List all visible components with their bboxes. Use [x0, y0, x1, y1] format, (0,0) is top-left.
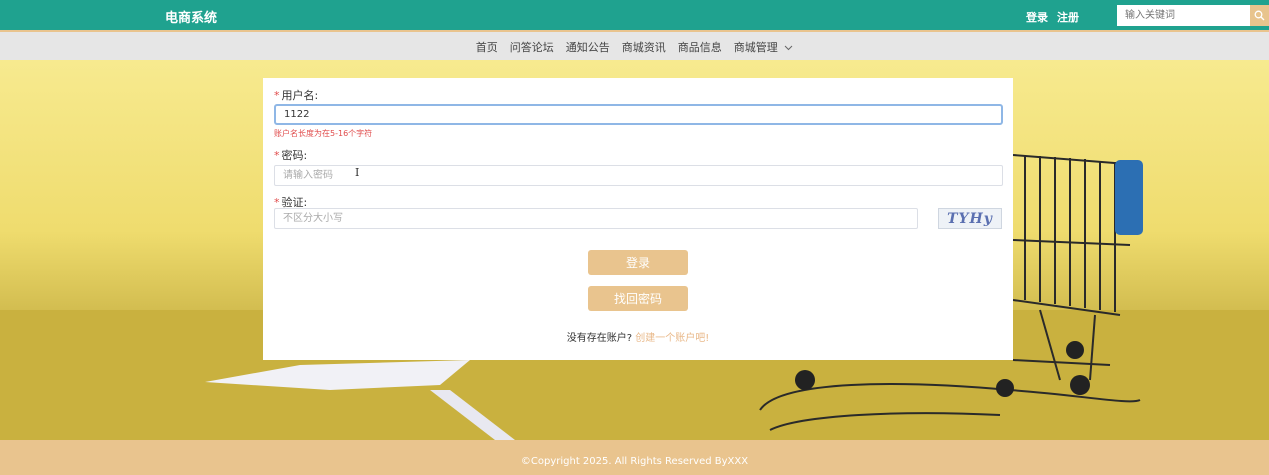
search-icon	[1254, 10, 1265, 21]
search-button[interactable]	[1250, 5, 1269, 26]
username-error: 账户名长度为在5-16个字符	[274, 129, 373, 138]
password-input[interactable]	[274, 165, 1003, 186]
signup-prompt: 没有存在账户? 创建一个账户吧!	[263, 329, 1013, 344]
captcha-image[interactable]: TYHy	[938, 208, 1002, 229]
password-label: * 密码:	[274, 147, 307, 163]
create-account-link[interactable]: 创建一个账户吧!	[635, 333, 709, 344]
nav-item-management-label: 商城管理	[733, 41, 778, 54]
register-link[interactable]: 注册	[1057, 9, 1079, 25]
nav-item-forum[interactable]: 问答论坛	[510, 39, 554, 55]
search-input[interactable]	[1117, 5, 1250, 26]
brand-title: 电商系统	[165, 11, 218, 26]
login-form: *用户名: 账户名长度为在5-16个字符 *密码: I *验证: TYHy 登录…	[263, 78, 1013, 360]
nav-item-notices[interactable]: 通知公告	[566, 39, 610, 55]
login-link[interactable]: 登录	[1026, 9, 1048, 25]
recover-password-button[interactable]: 找回密码	[588, 286, 688, 311]
copyright-text: ©Copyright 2025. All Rights Reserved ByX…	[520, 456, 749, 467]
nav-item-products[interactable]: 商品信息	[678, 39, 722, 55]
no-account-text: 没有存在账户?	[566, 333, 633, 344]
nav-item-home[interactable]: 首页	[476, 39, 498, 55]
nav-item-management[interactable]: 商城管理	[734, 39, 794, 55]
password-label-text: 密码:	[281, 149, 308, 162]
captcha-input[interactable]	[274, 208, 918, 229]
captcha-code: TYHy	[947, 210, 993, 227]
chevron-down-icon	[784, 45, 793, 51]
required-mark: *	[274, 149, 280, 162]
login-button[interactable]: 登录	[588, 250, 688, 275]
top-bar: 电商系统 登录 注册	[0, 0, 1269, 30]
nav-item-news[interactable]: 商城资讯	[622, 39, 666, 55]
footer: ©Copyright 2025. All Rights Reserved ByX…	[0, 440, 1269, 475]
username-label-text: 用户名:	[281, 89, 319, 102]
required-mark: *	[274, 89, 280, 102]
username-input[interactable]	[274, 104, 1003, 125]
text-cursor-icon: I	[355, 166, 360, 179]
search-box	[1117, 5, 1269, 26]
main-nav: 首页 问答论坛 通知公告 商城资讯 商品信息 商城管理	[0, 30, 1269, 60]
username-label: * 用户名:	[274, 87, 318, 103]
